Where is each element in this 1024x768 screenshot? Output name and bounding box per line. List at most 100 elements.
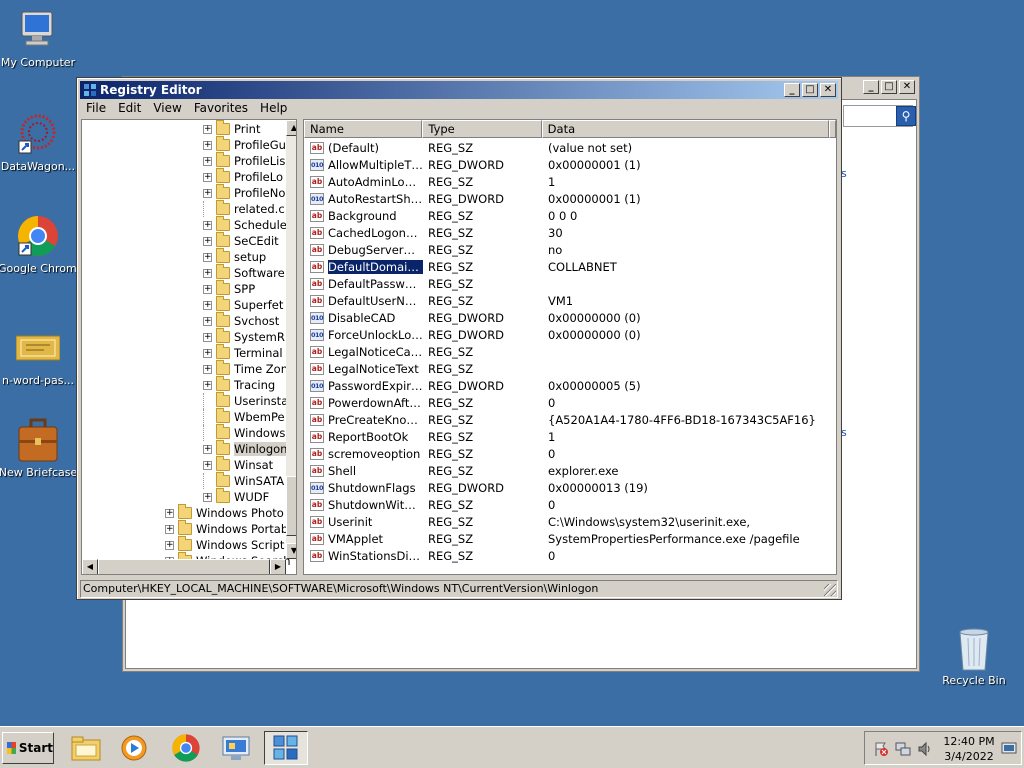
- value-row[interactable]: 010 AutoRestartShell REG_DWORD 0x00000001 (…: [304, 190, 836, 207]
- tree-node[interactable]: + Time Zon: [203, 360, 288, 377]
- desktop-icon-new-briefcase[interactable]: New Briefcase: [0, 418, 78, 479]
- maximize-button[interactable]: □: [881, 80, 897, 94]
- value-row[interactable]: ab (Default) REG_SZ (value not set): [304, 139, 836, 156]
- taskbar-chrome-button[interactable]: [164, 731, 208, 765]
- tree-node[interactable]: + SeCEdit: [203, 232, 279, 249]
- tree-node[interactable]: + Superfet: [203, 296, 283, 313]
- column-header-name[interactable]: Name: [304, 120, 423, 138]
- tree-node[interactable]: WinSATA: [203, 472, 284, 489]
- scroll-up-button[interactable]: ▲: [286, 120, 296, 136]
- value-row[interactable]: 010 PasswordExpiry... REG_DWORD 0x00000005 …: [304, 377, 836, 394]
- expand-toggle-icon[interactable]: +: [203, 156, 212, 166]
- tree-node[interactable]: Userinsta: [203, 392, 288, 409]
- value-row[interactable]: ab DefaultPassword REG_SZ: [304, 275, 836, 292]
- clock[interactable]: 12:40 PM 3/4/2022: [941, 734, 997, 764]
- tree-node[interactable]: + ProfileLis: [203, 152, 285, 169]
- taskbar-regedit-button[interactable]: [264, 731, 308, 765]
- expand-toggle-icon[interactable]: +: [203, 316, 212, 326]
- action-center-flag-icon[interactable]: [873, 741, 889, 757]
- column-header-data[interactable]: Data: [541, 120, 829, 138]
- value-row[interactable]: 010 ForceUnlockLogon REG_DWORD 0x00000000 (…: [304, 326, 836, 343]
- maximize-button[interactable]: □: [802, 83, 818, 97]
- menu-file[interactable]: File: [80, 100, 112, 118]
- tree-vertical-scrollbar[interactable]: ▲ ▼: [286, 120, 296, 559]
- tree-node[interactable]: WbemPe: [203, 408, 285, 425]
- desktop-icon-my-computer[interactable]: My Computer: [0, 8, 78, 69]
- key-tree-pane[interactable]: + Print + ProfileGu + ProfileLis + ProfileLo + Pr…: [81, 119, 297, 575]
- tree-node[interactable]: + Windows Portabl: [165, 520, 291, 537]
- taskbar-media-player-button[interactable]: [112, 731, 156, 765]
- value-row[interactable]: ab ShutdownWithou... REG_SZ 0: [304, 496, 836, 513]
- tree-node[interactable]: Windows: [203, 424, 285, 441]
- network-icon[interactable]: [895, 741, 911, 757]
- close-button[interactable]: ✕: [820, 83, 836, 97]
- tree-node[interactable]: related.c: [203, 200, 285, 217]
- value-row[interactable]: ab DefaultUserName REG_SZ VM1: [304, 292, 836, 309]
- tree-horizontal-scrollbar[interactable]: ◀ ▶: [82, 559, 286, 574]
- expand-toggle-icon[interactable]: +: [203, 268, 212, 278]
- expand-toggle-icon[interactable]: +: [203, 236, 212, 246]
- value-row[interactable]: ab scremoveoption REG_SZ 0: [304, 445, 836, 462]
- expand-toggle-icon[interactable]: +: [203, 348, 212, 358]
- tree-node[interactable]: + ProfileGu: [203, 136, 286, 153]
- tree-node[interactable]: + WUDF: [203, 488, 269, 505]
- expand-toggle-icon[interactable]: +: [203, 300, 212, 310]
- close-button[interactable]: ✕: [899, 80, 915, 94]
- value-row[interactable]: ab PowerdownAfter... REG_SZ 0: [304, 394, 836, 411]
- value-row[interactable]: ab LegalNoticeText REG_SZ: [304, 360, 836, 377]
- tree-node[interactable]: + Windows Photo V: [165, 504, 295, 521]
- value-row[interactable]: ab Userinit REG_SZ C:\Windows\system32\user…: [304, 513, 836, 530]
- taskbar-explorer-button[interactable]: [64, 731, 108, 765]
- minimize-button[interactable]: _: [784, 83, 800, 97]
- expand-toggle-icon[interactable]: +: [203, 284, 212, 294]
- start-button[interactable]: Start: [2, 732, 54, 764]
- value-row[interactable]: ab WinStationsDisab... REG_SZ 0: [304, 547, 836, 564]
- tree-node[interactable]: + SystemR: [203, 328, 285, 345]
- magnifier-icon[interactable]: ⚲: [896, 106, 916, 126]
- scroll-thumb[interactable]: [98, 559, 270, 574]
- column-header-type[interactable]: Type: [422, 120, 542, 138]
- scroll-thumb[interactable]: [286, 476, 296, 536]
- taskbar-server-manager-button[interactable]: [214, 731, 258, 765]
- value-row[interactable]: ab Background REG_SZ 0 0 0: [304, 207, 836, 224]
- expand-toggle-icon[interactable]: +: [203, 460, 212, 470]
- menu-view[interactable]: View: [147, 100, 187, 118]
- value-row[interactable]: ab VMApplet REG_SZ SystemPropertiesPerforma…: [304, 530, 836, 547]
- value-row[interactable]: 010 ShutdownFlags REG_DWORD 0x00000013 (19): [304, 479, 836, 496]
- minimize-button[interactable]: _: [863, 80, 879, 94]
- tree-node[interactable]: + Software: [203, 264, 285, 281]
- title-bar[interactable]: Registry Editor _ □ ✕: [80, 81, 838, 99]
- value-row[interactable]: ab DebugServerCom... REG_SZ no: [304, 241, 836, 258]
- value-row[interactable]: abDefaultDomainNa... REG_SZ COLLABNET: [304, 258, 836, 275]
- values-list[interactable]: Name Type Data ab (Default) REG_SZ (value n…: [303, 119, 837, 575]
- expand-toggle-icon[interactable]: +: [203, 444, 212, 454]
- expand-toggle-icon[interactable]: +: [203, 332, 212, 342]
- expand-toggle-icon[interactable]: +: [203, 380, 212, 390]
- scroll-down-button[interactable]: ▼: [286, 543, 296, 559]
- show-desktop-icon[interactable]: [1001, 740, 1017, 756]
- resize-grip[interactable]: [824, 584, 836, 596]
- value-row[interactable]: 010 DisableCAD REG_DWORD 0x00000000 (0): [304, 309, 836, 326]
- value-row[interactable]: 010 AllowMultipleTSS... REG_DWORD 0x0000000…: [304, 156, 836, 173]
- tree-node[interactable]: + setup: [203, 248, 266, 265]
- scroll-left-button[interactable]: ◀: [82, 559, 98, 574]
- expand-toggle-icon[interactable]: +: [203, 252, 212, 262]
- desktop-icon-google-chrome[interactable]: Google Chrome: [0, 214, 78, 275]
- tree-node[interactable]: + Terminal: [203, 344, 283, 361]
- desktop-icon-n-word-pas[interactable]: n-word-pas...: [0, 326, 78, 387]
- value-row[interactable]: ab PreCreateKnown... REG_SZ {A520A1A4-1780-…: [304, 411, 836, 428]
- expand-toggle-icon[interactable]: +: [203, 492, 212, 502]
- desktop-icon-datawagon[interactable]: DataWagon...: [0, 112, 78, 173]
- tree-node[interactable]: + Winsat: [203, 456, 273, 473]
- tree-node[interactable]: + ProfileNo: [203, 184, 285, 201]
- tree-node[interactable]: + Schedule: [203, 216, 287, 233]
- expand-toggle-icon[interactable]: +: [165, 540, 174, 550]
- value-row[interactable]: ab CachedLogonsCo... REG_SZ 30: [304, 224, 836, 241]
- expand-toggle-icon[interactable]: +: [203, 140, 212, 150]
- volume-icon[interactable]: [917, 741, 933, 757]
- expand-toggle-icon[interactable]: +: [203, 172, 212, 182]
- desktop-icon-recycle-bin[interactable]: Recycle Bin: [934, 626, 1014, 687]
- tree-node[interactable]: + Windows Script H: [165, 536, 296, 553]
- menu-help[interactable]: Help: [254, 100, 293, 118]
- value-row[interactable]: ab AutoAdminLogon REG_SZ 1: [304, 173, 836, 190]
